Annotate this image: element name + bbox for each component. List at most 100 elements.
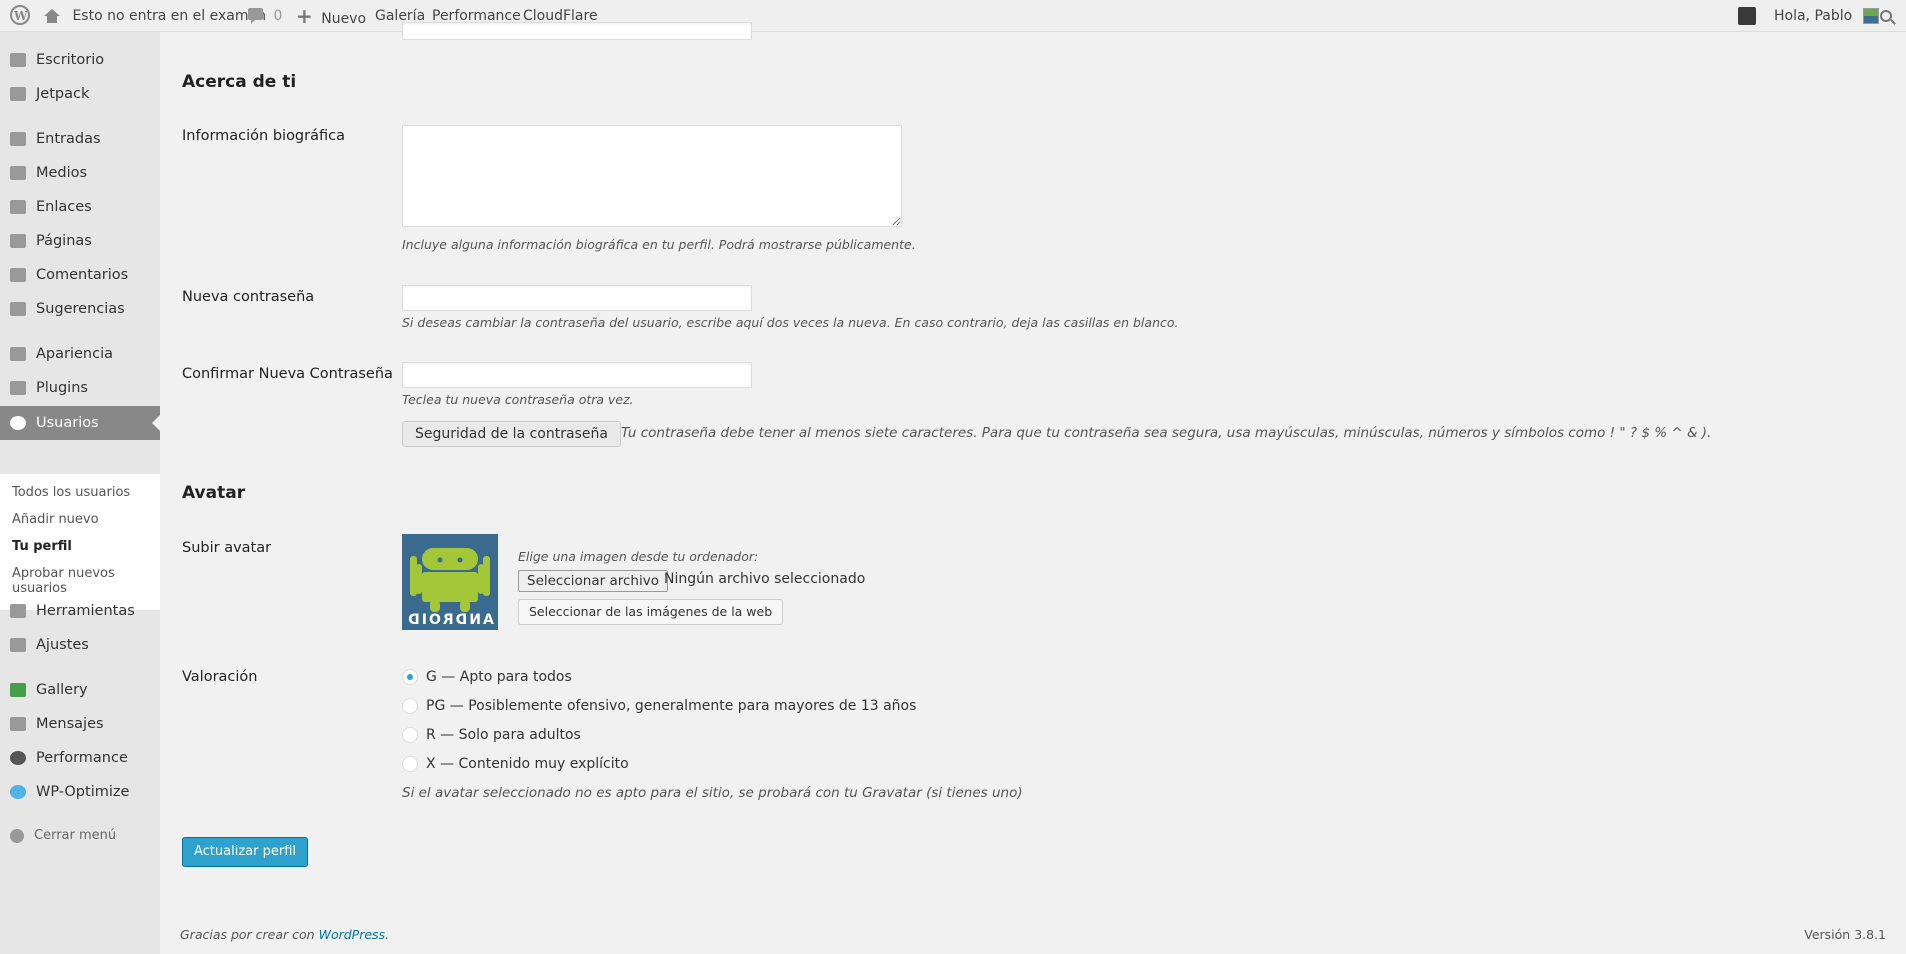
sidebar-item-gallery[interactable]: Gallery: [0, 673, 160, 707]
mail-icon: [10, 717, 26, 731]
submenu-anadir-nuevo[interactable]: Añadir nuevo: [12, 512, 152, 527]
sidebar-item-herramientas[interactable]: Herramientas: [0, 594, 160, 628]
site-name: Esto no entra en el examen: [72, 8, 266, 24]
settings-icon: [10, 638, 26, 652]
sidebar-item-label: Comentarios: [36, 267, 129, 283]
admin-sidebar: Escritorio Jetpack Entradas Medios Enlac…: [0, 32, 160, 954]
users-submenu: Todos los usuarios Añadir nuevo Tu perfi…: [0, 474, 160, 610]
submenu-todos-usuarios[interactable]: Todos los usuarios: [12, 485, 152, 500]
bio-label: Información biográfica: [182, 128, 345, 144]
plus-icon: +: [296, 4, 313, 28]
sidebar-item-label: Apariencia: [36, 346, 113, 362]
radio-x[interactable]: [402, 756, 418, 772]
sidebar-item-medios[interactable]: Medios: [0, 156, 160, 190]
dashboard-icon: [10, 53, 26, 67]
bio-textarea[interactable]: [402, 125, 902, 227]
new-password-input[interactable]: [402, 285, 752, 311]
sidebar-item-label: Páginas: [36, 233, 92, 249]
sidebar-item-label: WP-Optimize: [36, 784, 130, 800]
rating-option-label: PG — Posiblemente ofensivo, generalmente…: [426, 698, 917, 714]
link-icon: [10, 200, 26, 214]
sidebar-item-enlaces[interactable]: Enlaces: [0, 190, 160, 224]
collapse-label: Cerrar menú: [34, 828, 117, 843]
comments-count: 0: [273, 8, 283, 24]
wordpress-logo-icon[interactable]: [10, 0, 30, 32]
sidebar-item-apariencia[interactable]: Apariencia: [0, 337, 160, 371]
performance-icon: [10, 751, 26, 765]
user-icon: [10, 416, 26, 430]
user-avatar: [1862, 8, 1879, 24]
profile-form: Acerca de ti Información biográfica Incl…: [160, 22, 1906, 954]
previous-field-input[interactable]: [402, 22, 752, 40]
search-icon[interactable]: [1880, 0, 1892, 32]
new-password-label: Nueva contraseña: [182, 289, 315, 305]
sidebar-item-label: Usuarios: [36, 415, 99, 431]
sidebar-item-label: Herramientas: [36, 603, 135, 619]
sidebar-item-mensajes[interactable]: Mensajes: [0, 707, 160, 741]
bio-description: Incluye alguna información biográfica en…: [402, 237, 916, 252]
sidebar-item-label: Ajustes: [36, 637, 89, 653]
user-account-menu[interactable]: Hola, Pablo: [1774, 0, 1879, 32]
optimize-icon: [10, 785, 26, 799]
sidebar-item-label: Performance: [36, 750, 128, 766]
feedback-icon: [10, 302, 26, 316]
comment-icon: [10, 268, 26, 282]
sidebar-item-comentarios[interactable]: Comentarios: [0, 258, 160, 292]
radio-pg[interactable]: [402, 698, 418, 714]
comments-link[interactable]: 0: [248, 0, 282, 32]
sidebar-item-entradas[interactable]: Entradas: [0, 122, 160, 156]
confirm-password-label: Confirmar Nueva Contraseña: [182, 366, 393, 382]
rating-description: Si el avatar seleccionado no es apto par…: [402, 785, 1023, 801]
sidebar-item-usuarios[interactable]: Usuarios: [0, 406, 160, 440]
password-strength-indicator: Seguridad de la contraseña: [402, 421, 621, 447]
avatar-section-title: Avatar: [182, 483, 246, 503]
web-images-button[interactable]: Seleccionar de las imágenes de la web: [518, 599, 784, 625]
submenu-aprobar-usuarios[interactable]: Aprobar nuevos usuarios: [12, 566, 152, 596]
sidebar-item-label: Gallery: [36, 682, 88, 698]
radio-r[interactable]: [402, 727, 418, 743]
avatar-preview-image: ANDROID: [402, 534, 498, 630]
admin-bar: Esto no entra en el examen 0 + Nuevo Gal…: [0, 0, 1906, 32]
version-text: Versión 3.8.1: [1804, 927, 1886, 942]
footer-thanks-suffix: .: [385, 927, 390, 942]
footer-thanks-text: Gracias por crear con: [180, 927, 315, 942]
site-name-link[interactable]: Esto no entra en el examen: [44, 0, 266, 32]
submenu-tu-perfil[interactable]: Tu perfil: [12, 539, 152, 554]
confirm-password-description: Teclea tu nueva contraseña otra vez.: [402, 392, 634, 407]
greeting: Hola, Pablo: [1774, 8, 1853, 24]
wordpress-link[interactable]: WordPress: [319, 927, 385, 942]
collapse-arrow-icon: [10, 829, 24, 843]
wrench-icon: [10, 604, 26, 618]
notification-icon[interactable]: [1738, 0, 1756, 32]
sidebar-item-sugerencias[interactable]: Sugerencias: [0, 292, 160, 326]
sidebar-item-performance[interactable]: Performance: [0, 741, 160, 775]
sidebar-item-wp-optimize[interactable]: WP-Optimize: [0, 775, 160, 809]
rating-option-label: R — Solo para adultos: [426, 727, 581, 743]
password-hint: Tu contraseña debe tener al menos siete …: [621, 425, 1712, 441]
rating-label: Valoración: [182, 669, 258, 685]
sidebar-item-label: Entradas: [36, 131, 101, 147]
new-content-link[interactable]: + Nuevo: [296, 0, 366, 32]
sidebar-item-label: Enlaces: [36, 199, 92, 215]
comment-bubble-icon: [248, 8, 263, 24]
sidebar-item-ajustes[interactable]: Ajustes: [0, 628, 160, 662]
media-icon: [10, 166, 26, 180]
sidebar-item-label: Escritorio: [36, 52, 105, 68]
update-profile-button[interactable]: Actualizar perfil: [182, 837, 309, 867]
pin-icon: [10, 132, 26, 146]
sidebar-item-jetpack[interactable]: Jetpack: [0, 77, 160, 111]
radio-g[interactable]: [402, 669, 418, 685]
sidebar-item-label: Jetpack: [36, 86, 90, 102]
select-file-button[interactable]: Seleccionar archivo: [518, 570, 668, 592]
sidebar-item-plugins[interactable]: Plugins: [0, 371, 160, 405]
sidebar-item-escritorio[interactable]: Escritorio: [0, 43, 160, 77]
sidebar-item-label: Mensajes: [36, 716, 104, 732]
confirm-password-input[interactable]: [402, 362, 752, 388]
about-section-title: Acerca de ti: [182, 72, 297, 92]
rating-option-label: X — Contenido muy explícito: [426, 756, 629, 772]
collapse-menu-button[interactable]: Cerrar menú: [0, 819, 160, 853]
no-file-text: Ningún archivo seleccionado: [664, 571, 866, 587]
sidebar-item-paginas[interactable]: Páginas: [0, 224, 160, 258]
rating-option-label: G — Apto para todos: [426, 669, 572, 685]
avatar-image-text: ANDROID: [406, 612, 494, 628]
